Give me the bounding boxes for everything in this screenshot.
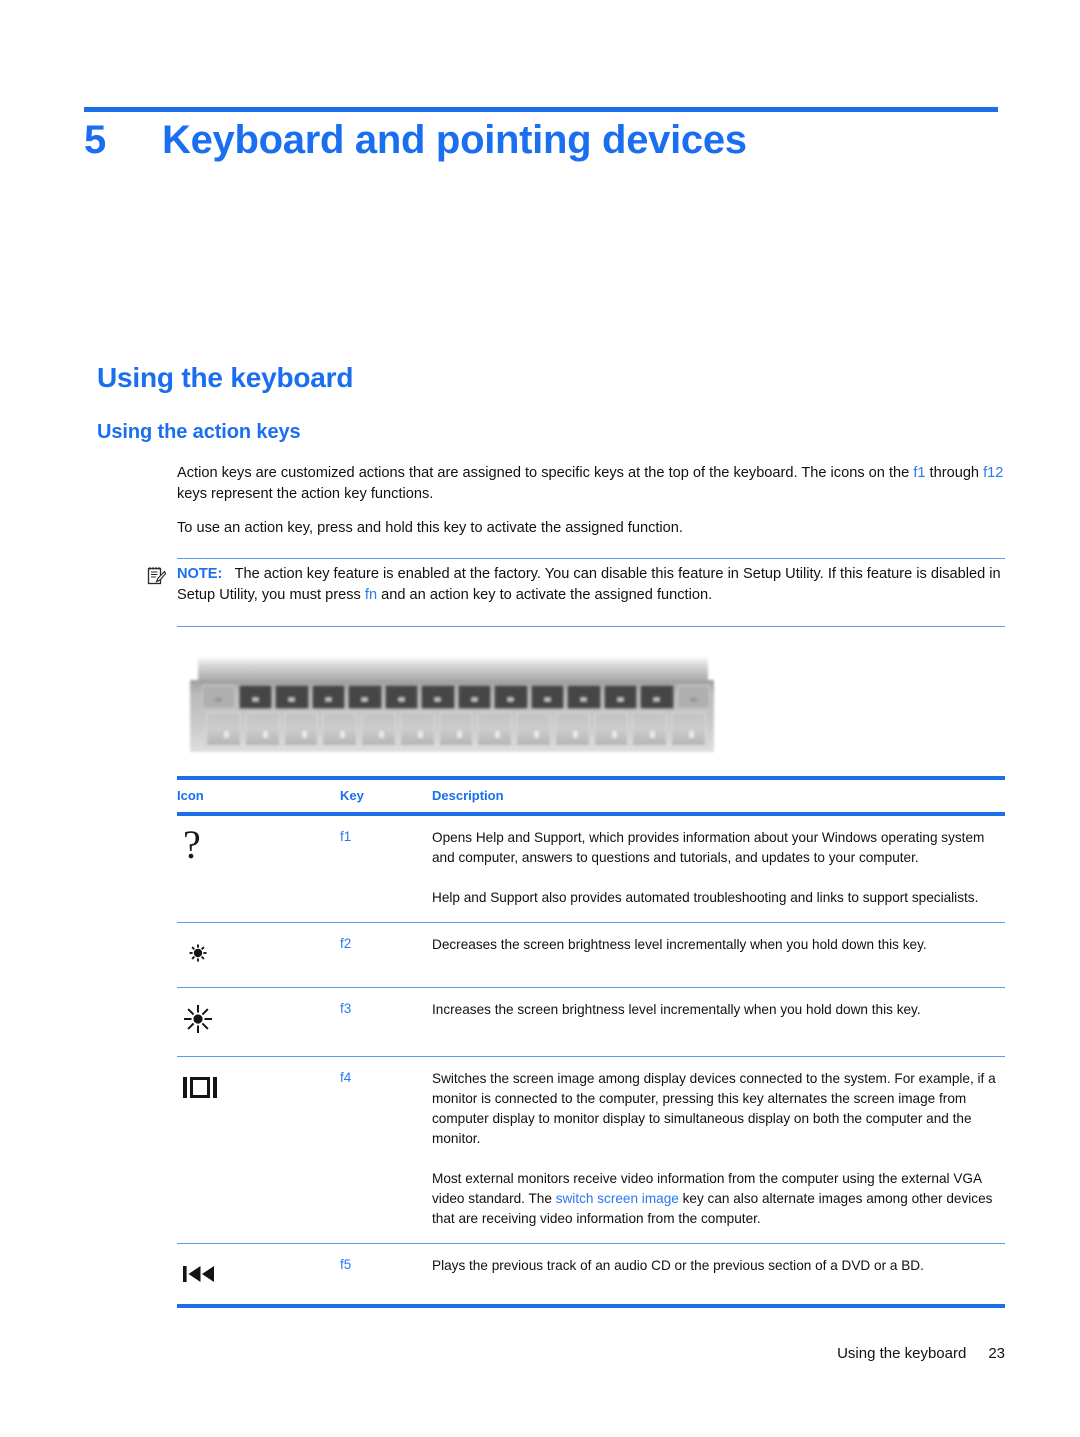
- chapter-rule: [84, 107, 998, 112]
- page-title: 5 Keyboard and pointing devices: [84, 118, 1004, 163]
- action-key-description-f2: Decreases the screen brightness level in…: [432, 934, 1005, 973]
- table-row: ? f1 Opens Help and Support, which provi…: [177, 816, 1005, 922]
- keyboard-key: [348, 685, 382, 709]
- keyboard-key: [244, 712, 280, 746]
- action-key-description-f4: Switches the screen image among display …: [432, 1068, 1005, 1229]
- subsection-heading-using-the-action-keys: Using the action keys: [97, 421, 301, 443]
- action-key-label-f1: f1: [340, 829, 352, 844]
- brightness-increase-icon: [177, 999, 340, 1042]
- column-header-key: Key: [340, 788, 364, 803]
- brightness-decrease-icon: [177, 934, 340, 973]
- table-row: f3 Increases the screen brightness level…: [177, 988, 1005, 1056]
- keyboard-key: [671, 712, 706, 746]
- key-link-f12[interactable]: f12: [983, 465, 1003, 481]
- note-text: NOTE: The action key feature is enabled …: [177, 564, 1005, 606]
- note-top-rule: [177, 558, 1005, 559]
- keyboard-key: [399, 712, 435, 746]
- notepad-icon: [147, 566, 167, 586]
- note-text-b: and an action key to activate the assign…: [377, 587, 713, 603]
- action-key-label-f3: f3: [340, 1001, 352, 1016]
- keyboard-key: [640, 685, 674, 709]
- table-header-row: Icon Key Description: [177, 780, 1005, 812]
- keyboard-key: [421, 685, 455, 709]
- switch-screen-image-icon: [177, 1068, 340, 1229]
- keyboard-number-key-row: [206, 712, 706, 746]
- keyboard-key: [593, 712, 629, 746]
- section-heading-using-the-keyboard: Using the keyboard: [97, 362, 354, 393]
- description-paragraph: Plays the previous track of an audio CD …: [432, 1258, 924, 1273]
- table-row: f4 Switches the screen image among displ…: [177, 1057, 1005, 1243]
- keyboard-key: [457, 685, 491, 709]
- chapter-title-text: Keyboard and pointing devices: [162, 118, 747, 162]
- description-paragraph: Help and Support also provides automated…: [432, 890, 979, 905]
- keyboard-key: [554, 712, 590, 746]
- document-page: 5 Keyboard and pointing devices Using the…: [0, 0, 1080, 1437]
- keyboard-photo: [176, 648, 716, 760]
- description-paragraph: Decreases the screen brightness level in…: [432, 937, 927, 952]
- keyboard-key: [494, 685, 528, 709]
- keyboard-key: [516, 712, 551, 746]
- description-paragraph: Most external monitors receive video inf…: [432, 1169, 1005, 1229]
- intro-text-a: Action keys are customized actions that …: [177, 465, 914, 481]
- column-header-icon: Icon: [177, 788, 204, 803]
- action-key-label-f5: f5: [340, 1257, 352, 1272]
- keyboard-key: [438, 712, 474, 746]
- description-paragraph: Switches the screen image among display …: [432, 1071, 996, 1146]
- footer-section-label: Using the keyboard: [837, 1345, 967, 1362]
- intro-text-c: keys represent the action key functions.: [177, 486, 434, 502]
- column-header-description: Description: [432, 788, 504, 803]
- keyboard-key: [275, 685, 309, 709]
- action-key-description-f1: Opens Help and Support, which provides i…: [432, 827, 1005, 908]
- table-row: f5 Plays the previous track of an audio …: [177, 1244, 1005, 1304]
- chapter-number: 5: [84, 118, 106, 162]
- keyboard-key: [477, 712, 513, 746]
- keyboard-function-key-row: [202, 685, 710, 709]
- usage-paragraph: To use an action key, press and hold thi…: [177, 520, 683, 536]
- keyboard-key: [322, 712, 358, 746]
- previous-track-icon: [177, 1255, 340, 1290]
- note-bottom-rule: [177, 626, 1005, 627]
- keyboard-key: [283, 712, 319, 746]
- keyboard-key: [361, 712, 396, 746]
- description-paragraph: Opens Help and Support, which provides i…: [432, 830, 985, 865]
- action-key-description-f5: Plays the previous track of an audio CD …: [432, 1255, 1005, 1290]
- key-link-f1[interactable]: f1: [913, 465, 925, 481]
- action-key-label-f2: f2: [340, 936, 352, 951]
- keyboard-bezel: [198, 656, 708, 682]
- table-row: f2 Decreases the screen brightness level…: [177, 923, 1005, 987]
- question-mark-icon: ?: [177, 822, 340, 908]
- switch-screen-image-link[interactable]: switch screen image: [556, 1191, 679, 1206]
- footer-page-number: 23: [988, 1345, 1005, 1362]
- keyboard-key: [206, 712, 241, 746]
- keyboard-key: [384, 685, 418, 709]
- intro-text-b: through: [925, 465, 984, 481]
- action-key-description-f3: Increases the screen brightness level in…: [432, 999, 1005, 1042]
- keyboard-key: [202, 685, 236, 709]
- question-mark-glyph: ?: [183, 822, 201, 867]
- keyboard-key: [530, 685, 564, 709]
- keyboard-photo-inner: [176, 648, 716, 760]
- keyboard-key: [567, 685, 601, 709]
- intro-paragraph: Action keys are customized actions that …: [177, 463, 1005, 505]
- key-link-fn[interactable]: fn: [365, 587, 377, 603]
- action-key-label-f4: f4: [340, 1070, 352, 1085]
- page-footer: Using the keyboard 23: [0, 1345, 1005, 1362]
- table-bottom-rule: [177, 1304, 1005, 1308]
- action-keys-table: Icon Key Description ? f1 Opens Help and…: [177, 776, 1005, 1308]
- description-paragraph: Increases the screen brightness level in…: [432, 1002, 921, 1017]
- keyboard-key: [311, 685, 345, 709]
- keyboard-key: [238, 685, 272, 709]
- keyboard-key: [603, 685, 637, 709]
- note-label: NOTE:: [177, 566, 223, 582]
- keyboard-key: [632, 712, 668, 746]
- keyboard-key: [676, 685, 710, 709]
